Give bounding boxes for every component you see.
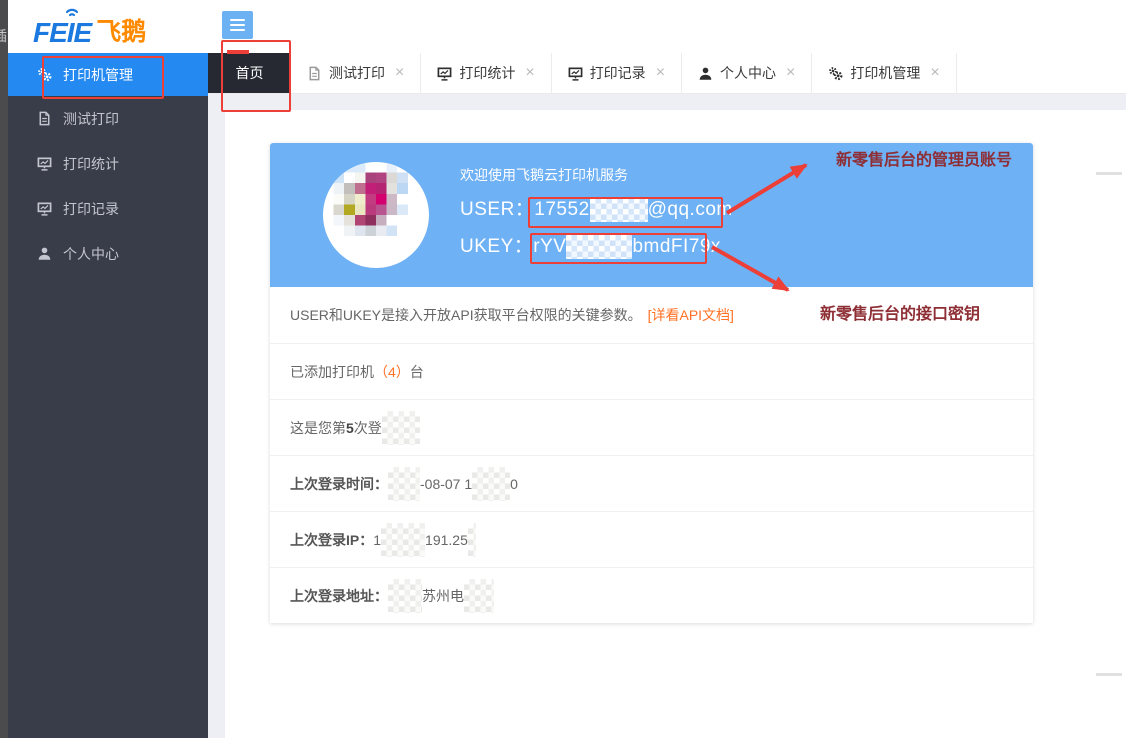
tab-2[interactable]: 打印统计 × [421,53,552,93]
tab-1[interactable]: 测试打印 × [291,53,422,93]
tab-label: 测试打印 [329,65,385,81]
logo-cjk-text: 飞鹅 [96,18,147,46]
tab-4[interactable]: 个人中心 × [682,53,813,93]
sidebar-item-label: 个人中心 [63,245,119,262]
menu-icon [222,19,253,31]
text-segment: （4） [374,363,410,380]
records-icon [568,66,583,81]
logo-bar: FEIE 飞鹅 [8,0,208,53]
censor-mosaic [381,522,426,557]
censor-mosaic [464,578,494,613]
card-row-5: 上次登录地址： 苏州电 [270,567,1033,623]
clipped-text-artifact: 插 [0,26,7,46]
app-window: 插 FEIE飞鹅 打印机管理测试打印打印统计打印记录个人中心 首页测试打印×打印… [0,0,1126,738]
document-icon [36,111,52,127]
user-icon [36,246,52,262]
tab-5[interactable]: 打印机管理 × [812,53,957,93]
text-segment: 这是您第 [290,419,346,436]
menu-toggle-button[interactable] [222,11,253,39]
close-icon[interactable]: × [656,65,665,81]
ukey-label: UKEY： [460,235,534,257]
text-segment: 5 [346,419,354,436]
tab-bar: 首页 测试打印 × 打印统计 × 打印记录 × 个人中心 × 打印机管理 × [208,53,1126,94]
user-value: 17552 @qq.com [534,197,733,222]
welcome-text: 欢迎使用飞鹅云打印机服务 [460,167,628,183]
browser-side-strip: 插 [0,0,8,738]
tab-label: 首页 [235,65,264,81]
text-segment: 已添加打印机 [290,363,374,380]
text-segment: 1 [373,531,382,548]
card-row-0: USER和UKEY是接入开放API获取平台权限的关键参数。 [详看API文档] [270,287,1033,343]
welcome-card: 欢迎使用飞鹅云打印机服务 USER：17552 @qq.com UKEY：rYV b… [270,143,1033,623]
user-icon [698,66,713,81]
close-icon[interactable]: × [525,65,534,81]
censor-mosaic [388,578,422,613]
close-icon[interactable]: × [930,65,939,81]
text-segment: 台 [409,363,424,380]
text-segment: 上次登录IP： [290,531,374,548]
welcome-banner: 欢迎使用飞鹅云打印机服务 USER：17552 @qq.com UKEY：rYV b… [270,143,1033,287]
sidebar-item-1[interactable]: 测试打印 [8,96,208,141]
feie-logo: FEIE 飞鹅 [33,8,147,49]
card-row-4: 上次登录IP： 1 191.25 [270,511,1033,567]
stats-icon [36,156,52,172]
user-line: USER：17552 @qq.com [460,194,733,222]
tab-0[interactable]: 首页 [208,53,291,93]
sidebar-item-label: 打印统计 [63,155,119,172]
close-icon[interactable]: × [395,65,404,81]
sidebar-item-label: 测试打印 [63,110,119,127]
sidebar-item-label: 打印记录 [63,200,119,217]
avatar [323,162,429,268]
text-segment: rYV [533,235,567,257]
text-segment: 0 [510,475,518,492]
text-segment: 17552 [534,199,590,220]
censor-mosaic [467,522,476,557]
tab-label: 打印统计 [459,65,516,81]
gears-icon [828,66,843,81]
close-icon[interactable]: × [786,65,795,81]
text-segment: -08-07 1 [420,475,473,492]
text-segment: 苏州电 [422,587,464,604]
sidebar-nav: 打印机管理测试打印打印统计打印记录个人中心 [8,53,208,738]
censor-mosaic [589,197,648,222]
text-segment: bmdFI79x [632,235,721,257]
text-segment: @qq.com [647,199,733,220]
stats-icon [437,66,452,81]
censor-mosaic [388,466,420,501]
sidebar-item-2[interactable]: 打印统计 [8,141,208,186]
ukey-value: rYV bmdFI79x [533,234,721,259]
tab-label: 个人中心 [720,65,777,81]
records-icon [36,201,52,217]
card-row-3: 上次登录时间： -08-07 1 0 [270,455,1033,511]
tab-label: 打印记录 [589,65,646,81]
text-segment: 次登 [353,419,382,436]
gears-icon [36,67,52,83]
top-header [208,0,1126,53]
user-label: USER： [460,199,535,220]
tab-label: 打印机管理 [850,65,921,81]
censor-mosaic [566,234,633,259]
text-segment: 191.25 [425,531,468,548]
sidebar-item-label: 打印机管理 [63,66,133,83]
text-segment: USER和UKEY是接入开放API获取平台权限的关键参数。 [290,307,642,323]
sidebar-item-3[interactable]: 打印记录 [8,186,208,231]
signal-icon [63,3,81,22]
api-doc-link[interactable]: [详看API文档] [648,305,734,325]
card-row-2: 这是您第 5 次登 [270,399,1033,455]
card-row-1: 已添加打印机 （4）台 [270,343,1033,399]
sidebar-item-0[interactable]: 打印机管理 [8,53,208,96]
text-segment: 上次登录时间： [290,475,388,492]
censor-mosaic [381,410,420,445]
ukey-line: UKEY：rYV bmdFI79x [460,231,733,259]
sidebar-item-4[interactable]: 个人中心 [8,231,208,276]
tab-3[interactable]: 打印记录 × [551,53,683,93]
censor-mosaic [472,466,511,501]
text-segment: 上次登录地址： [290,587,388,604]
document-icon [307,66,322,81]
